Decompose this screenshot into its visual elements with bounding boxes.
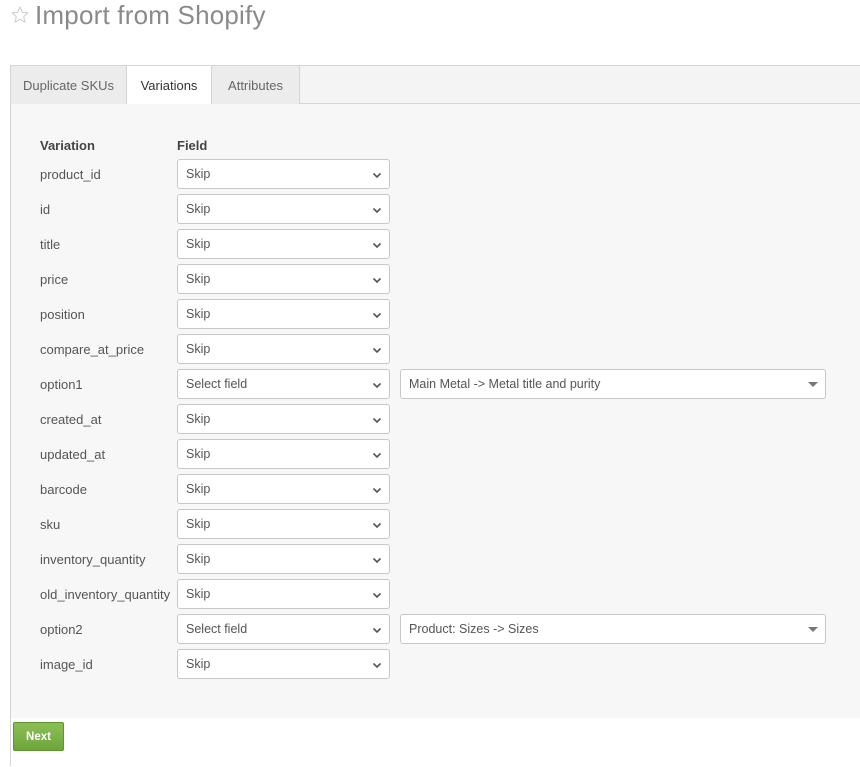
chevron-down-icon bbox=[372, 487, 382, 494]
field-select-created-at[interactable]: Skip bbox=[177, 404, 390, 434]
row-label-title: title bbox=[40, 237, 61, 252]
page-title: Import from Shopify bbox=[10, 0, 266, 30]
field-select-value: Skip bbox=[186, 237, 211, 251]
row-label-option2: option2 bbox=[40, 622, 83, 637]
field-select-value: Skip bbox=[186, 517, 211, 531]
field-select-value: Skip bbox=[186, 482, 211, 496]
caret-down-icon bbox=[808, 627, 818, 632]
field-select-compare-at-price[interactable]: Skip bbox=[177, 334, 390, 364]
row-label-option1: option1 bbox=[40, 377, 83, 392]
page-title-text: Import from Shopify bbox=[35, 0, 266, 30]
row-label-image-id: image_id bbox=[40, 657, 93, 672]
chevron-down-icon bbox=[372, 452, 382, 459]
chevron-down-icon bbox=[372, 347, 382, 354]
field-select-updated-at[interactable]: Skip bbox=[177, 439, 390, 469]
field-select-position[interactable]: Skip bbox=[177, 299, 390, 329]
tab-bar: Duplicate SKUs Variations Attributes bbox=[11, 66, 860, 105]
caret-down-icon bbox=[808, 382, 818, 387]
field-select-barcode[interactable]: Skip bbox=[177, 474, 390, 504]
chevron-down-icon bbox=[372, 522, 382, 529]
tab-duplicate-skus[interactable]: Duplicate SKUs bbox=[11, 66, 127, 104]
field-select-value: Skip bbox=[186, 272, 211, 286]
mapping-select-option2[interactable]: Product: Sizes -> Sizes bbox=[400, 614, 826, 644]
field-select-option2[interactable]: Select field bbox=[177, 614, 390, 644]
row-label-position: position bbox=[40, 307, 85, 322]
field-select-value: Skip bbox=[186, 202, 211, 216]
footer: Next bbox=[11, 718, 860, 767]
next-button[interactable]: Next bbox=[13, 722, 64, 751]
field-select-value: Select field bbox=[186, 377, 248, 391]
chevron-down-icon bbox=[372, 312, 382, 319]
row-label-old-inventory-quantity: old_inventory_quantity bbox=[40, 587, 171, 602]
chevron-down-icon bbox=[372, 277, 382, 284]
field-column-header: Field bbox=[177, 138, 208, 153]
chevron-down-icon bbox=[372, 242, 382, 249]
chevron-down-icon bbox=[372, 172, 382, 179]
field-select-product-id[interactable]: Skip bbox=[177, 159, 390, 189]
row-label-created-at: created_at bbox=[40, 412, 102, 427]
row-label-product-id: product_id bbox=[40, 167, 101, 182]
field-select-inventory-quantity[interactable]: Skip bbox=[177, 544, 390, 574]
row-label-compare-at-price: compare_at_price bbox=[40, 342, 145, 357]
row-label-updated-at: updated_at bbox=[40, 447, 106, 462]
field-select-value: Skip bbox=[186, 307, 211, 321]
field-select-value: Skip bbox=[186, 342, 211, 356]
row-label-id: id bbox=[40, 202, 51, 217]
star-icon[interactable] bbox=[10, 5, 30, 25]
row-label-price: price bbox=[40, 272, 69, 287]
field-select-title[interactable]: Skip bbox=[177, 229, 390, 259]
variations-content: Variation Field product_id Skip id Skip titl… bbox=[11, 104, 860, 718]
chevron-down-icon bbox=[372, 207, 382, 214]
field-select-value: Select field bbox=[186, 622, 248, 636]
row-label-barcode: barcode bbox=[40, 482, 87, 497]
field-select-option1[interactable]: Select field bbox=[177, 369, 390, 399]
field-select-value: Skip bbox=[186, 587, 211, 601]
chevron-down-icon bbox=[372, 627, 382, 634]
field-select-value: Skip bbox=[186, 657, 211, 671]
field-select-sku[interactable]: Skip bbox=[177, 509, 390, 539]
field-select-image-id[interactable]: Skip bbox=[177, 649, 390, 679]
field-select-old-inventory-quantity[interactable]: Skip bbox=[177, 579, 390, 609]
field-select-value: Skip bbox=[186, 412, 211, 426]
chevron-down-icon bbox=[372, 662, 382, 669]
field-select-value: Skip bbox=[186, 552, 211, 566]
chevron-down-icon bbox=[372, 417, 382, 424]
field-select-value: Skip bbox=[186, 167, 211, 181]
field-select-value: Skip bbox=[186, 447, 211, 461]
chevron-down-icon bbox=[372, 382, 382, 389]
row-label-inventory-quantity: inventory_quantity bbox=[40, 552, 146, 567]
tab-variations[interactable]: Variations bbox=[126, 66, 212, 105]
mapping-select-value: Main Metal -> Metal title and purity bbox=[409, 377, 601, 391]
import-panel: Duplicate SKUs Variations Attributes Var… bbox=[10, 65, 860, 767]
field-select-id[interactable]: Skip bbox=[177, 194, 390, 224]
mapping-select-value: Product: Sizes -> Sizes bbox=[409, 622, 539, 636]
tab-attributes[interactable]: Attributes bbox=[212, 66, 300, 104]
variation-column-header: Variation bbox=[40, 138, 95, 153]
row-label-sku: sku bbox=[40, 517, 61, 532]
mapping-select-option1[interactable]: Main Metal -> Metal title and purity bbox=[400, 369, 826, 399]
field-select-price[interactable]: Skip bbox=[177, 264, 390, 294]
chevron-down-icon bbox=[372, 592, 382, 599]
chevron-down-icon bbox=[372, 557, 382, 564]
